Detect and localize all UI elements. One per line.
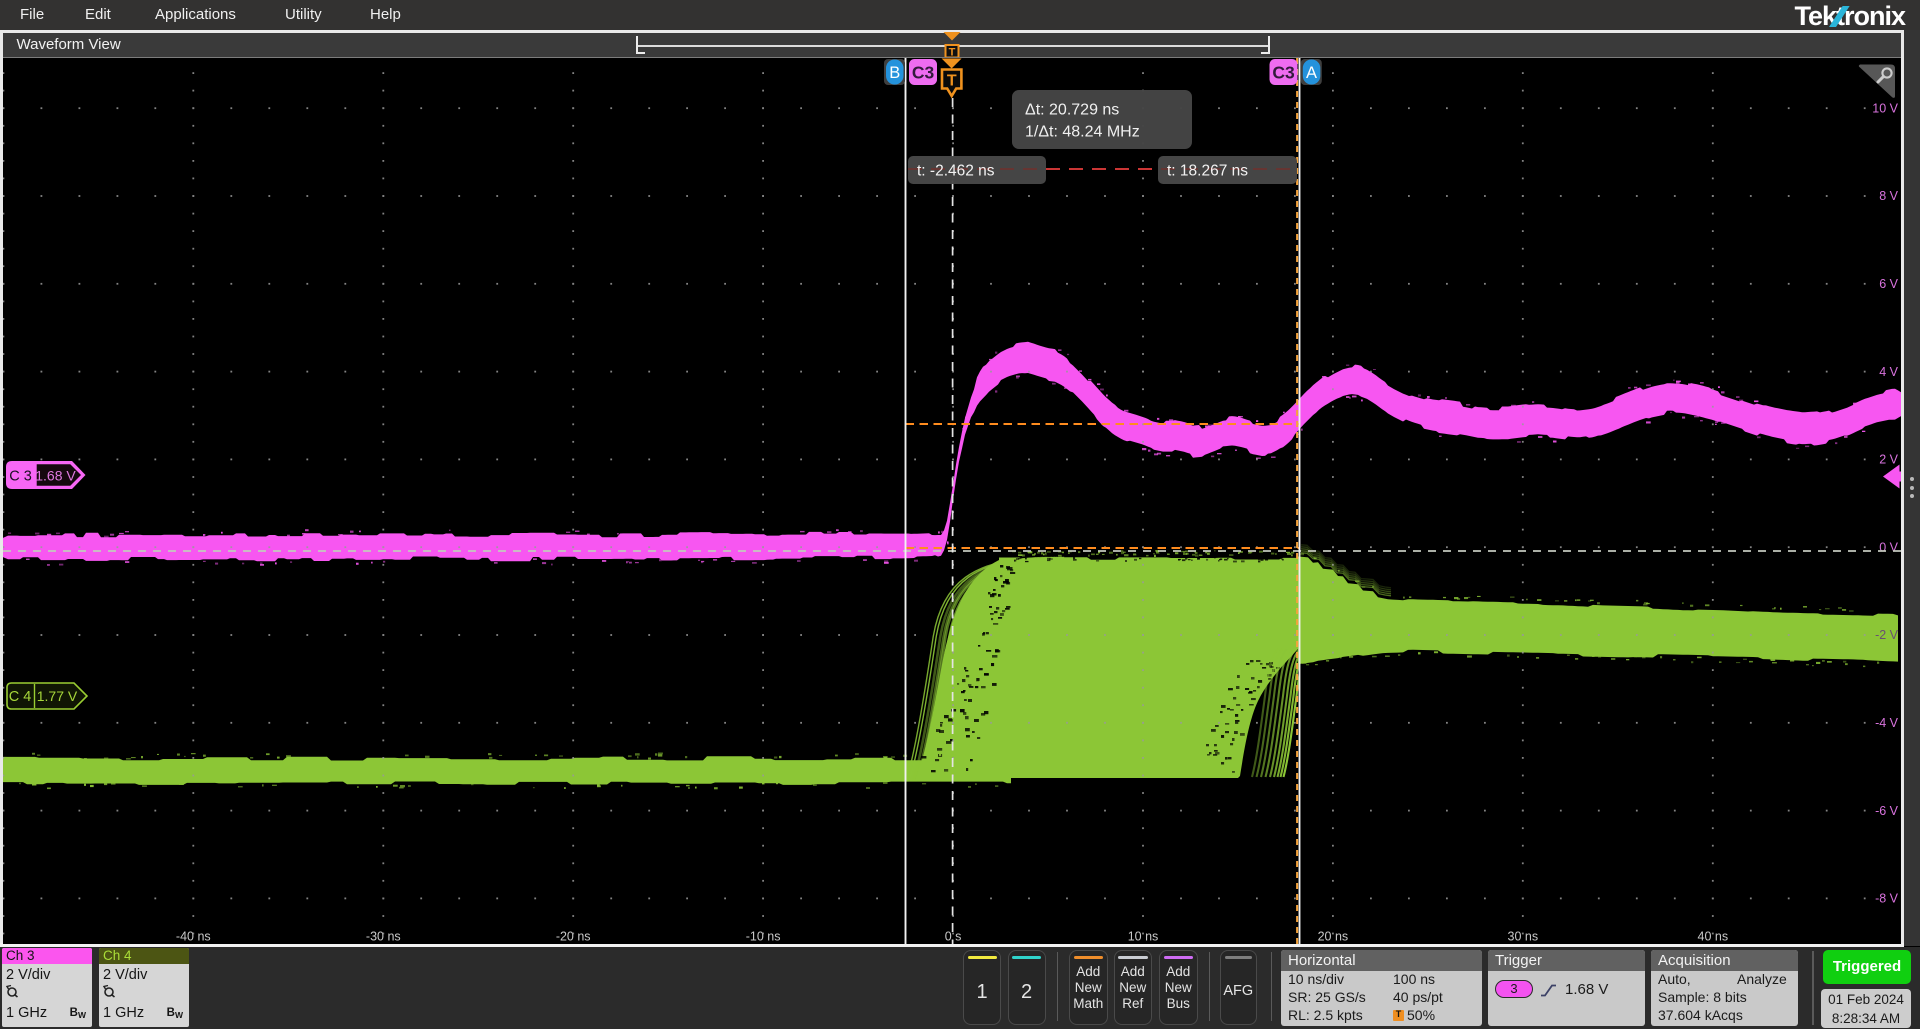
svg-text:-40 ns: -40 ns: [176, 929, 211, 943]
svg-text:C3: C3: [1272, 62, 1295, 82]
svg-text:6 V: 6 V: [1879, 277, 1898, 291]
svg-text:Δt: 20.729 ns: Δt: 20.729 ns: [1025, 101, 1119, 118]
svg-text:20 ns: 20 ns: [1318, 929, 1349, 943]
svg-text:-2 V: -2 V: [1875, 628, 1899, 642]
svg-text:-10 ns: -10 ns: [746, 929, 781, 943]
svg-text:C3: C3: [912, 62, 935, 82]
svg-text:-6 V: -6 V: [1875, 803, 1899, 817]
svg-text:t: -2.462 ns: t: -2.462 ns: [917, 162, 995, 179]
svg-text:A: A: [1306, 64, 1317, 82]
svg-text:C 3: C 3: [9, 468, 32, 484]
svg-text:-4 V: -4 V: [1875, 716, 1899, 730]
svg-text:10 ns: 10 ns: [1128, 929, 1159, 943]
svg-text:4 V: 4 V: [1879, 364, 1898, 378]
svg-text:8 V: 8 V: [1879, 189, 1898, 203]
svg-text:1/Δt: 48.24 MHz: 1/Δt: 48.24 MHz: [1025, 123, 1140, 140]
svg-text:40 ns: 40 ns: [1698, 929, 1729, 943]
svg-text:C 4: C 4: [9, 689, 32, 705]
svg-text:30 ns: 30 ns: [1508, 929, 1539, 943]
svg-text:-20 ns: -20 ns: [556, 929, 591, 943]
svg-text:10 V: 10 V: [1872, 101, 1898, 115]
svg-text:B: B: [889, 64, 900, 82]
svg-text:-30 ns: -30 ns: [366, 929, 401, 943]
svg-text:2 V: 2 V: [1879, 452, 1898, 466]
svg-text:-8 V: -8 V: [1875, 891, 1899, 905]
svg-text:1.68 V: 1.68 V: [35, 467, 76, 483]
svg-text:1.77 V: 1.77 V: [37, 688, 78, 704]
svg-text:T: T: [947, 72, 957, 89]
svg-text:0 V: 0 V: [1879, 540, 1898, 554]
svg-text:t: 18.267 ns: t: 18.267 ns: [1167, 162, 1248, 179]
